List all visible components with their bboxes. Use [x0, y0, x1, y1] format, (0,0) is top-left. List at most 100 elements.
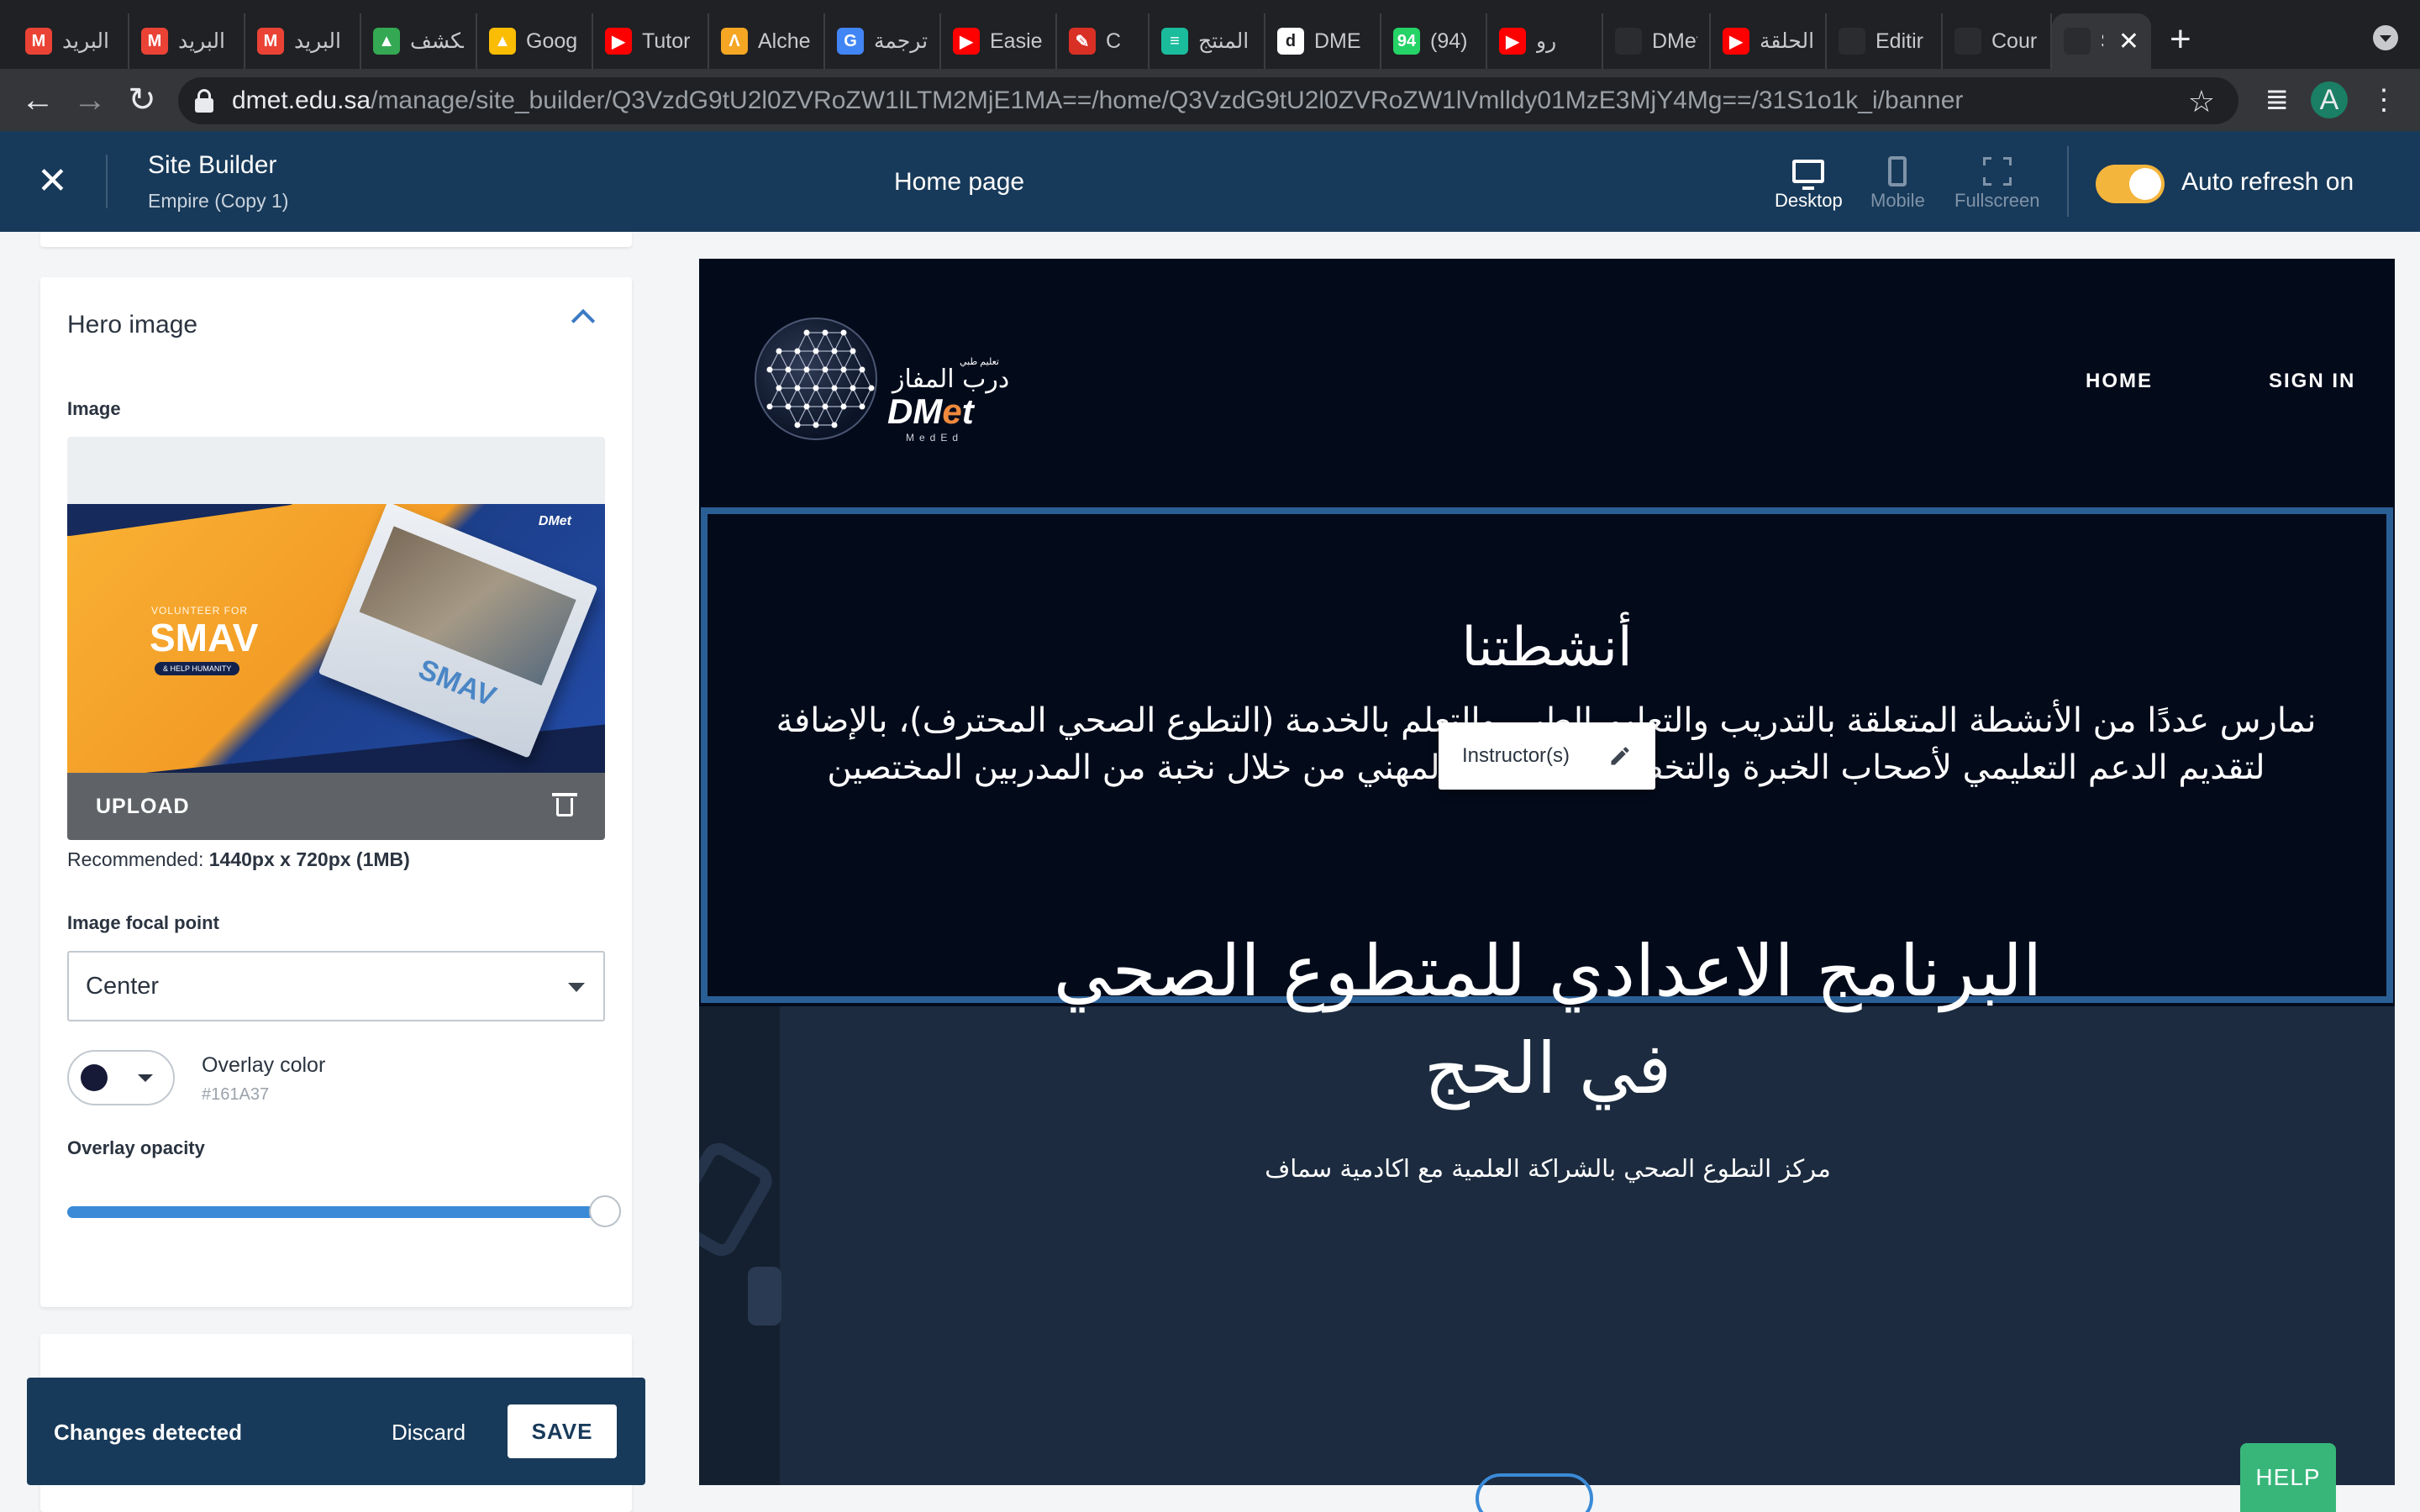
phone-icon: [1888, 156, 1907, 186]
tab-title: Goog: [526, 29, 578, 53]
instructor-edit-popover[interactable]: Instructor(s): [1439, 722, 1655, 790]
tab-title: Editir: [1876, 29, 1923, 53]
browser-tab[interactable]: Editir: [1827, 13, 1943, 69]
desktop-view-label: Desktop: [1775, 190, 1843, 211]
back-icon[interactable]: ←: [12, 81, 64, 119]
forward-icon[interactable]: →: [64, 81, 116, 119]
browser-tab[interactable]: S✕: [2052, 13, 2151, 69]
logo-brand: DMet: [887, 391, 974, 431]
slider-fill: [67, 1206, 605, 1218]
browser-tab[interactable]: ✎ C: [1057, 13, 1150, 69]
browser-tab[interactable]: M البريد: [13, 13, 129, 69]
overlay-opacity-slider[interactable]: [67, 1195, 621, 1227]
browser-tab[interactable]: M البريد: [245, 13, 361, 69]
image-uploader[interactable]: VOLUNTEER FOR SMAV & HELP HUMANITY DMet …: [67, 437, 605, 840]
focal-point-select[interactable]: Center: [67, 951, 605, 1021]
browser-tab[interactable]: G ترجمة: [825, 13, 941, 69]
thumb-pill-text: & HELP HUMANITY: [155, 662, 240, 675]
tab-title: البريد: [294, 29, 341, 53]
tab-title: Tutor: [642, 29, 691, 53]
activities-title: أنشطتنا: [1461, 617, 1633, 679]
close-tab-icon[interactable]: ✕: [2118, 27, 2139, 56]
reload-icon[interactable]: ↻: [116, 81, 168, 119]
pencil-icon[interactable]: [1608, 744, 1632, 768]
gmail-icon: M: [257, 28, 284, 55]
browser-tab[interactable]: Cour: [1943, 13, 2052, 69]
youtube-icon: ▶: [953, 28, 980, 55]
whatsapp-icon: 94: [1393, 28, 1420, 55]
bookmark-star-icon[interactable]: ☆: [2188, 84, 2215, 119]
overlay-color-label: Overlay color: [202, 1053, 326, 1077]
hero-subtitle: مركز التطوع الصحي بالشراكة العلمية مع اك…: [1265, 1154, 1831, 1183]
browser-tab[interactable]: ▶ Tutor: [593, 13, 709, 69]
recommended-value: 1440px x 720px (1MB): [208, 848, 410, 870]
browser-tab[interactable]: M البريد: [129, 13, 245, 69]
tab-search-icon[interactable]: [2373, 25, 2398, 50]
page-title[interactable]: Home page: [894, 168, 1024, 197]
tab-title: Cour: [1991, 29, 2038, 53]
browser-tab[interactable]: ▲ الكشف: [361, 13, 477, 69]
fullscreen-view-button[interactable]: Fullscreen: [1954, 153, 2039, 212]
hero-image-card: Hero image Image VOLUNTEER FOR SMAV & HE…: [40, 277, 632, 1307]
youtube-icon: ▶: [1723, 28, 1749, 55]
browser-tab[interactable]: 94 (94): [1381, 13, 1487, 69]
tab-title: C: [1106, 29, 1122, 53]
tab-title: المنتج: [1198, 29, 1249, 53]
lock-icon[interactable]: [195, 89, 213, 113]
desktop-view-button[interactable]: Desktop: [1775, 153, 1843, 212]
tab-title: DME: [1314, 29, 1361, 53]
browser-tab[interactable]: ▶ الحلقة: [1711, 13, 1827, 69]
dmet-icon: d: [1277, 28, 1304, 55]
site-icon: [1615, 28, 1642, 55]
close-icon[interactable]: ✕: [37, 163, 68, 200]
image-label: Image: [67, 398, 121, 419]
browser-tab[interactable]: ▶ Easie: [941, 13, 1057, 69]
browser-tab[interactable]: ▲ Goog: [477, 13, 593, 69]
nav-home-link[interactable]: HOME: [2086, 370, 2153, 393]
trash-icon[interactable]: [552, 793, 577, 816]
browser-tab[interactable]: Λ Alche: [709, 13, 825, 69]
save-button[interactable]: SAVE: [508, 1404, 617, 1458]
logo-meded: MedEd: [906, 432, 964, 444]
app-name: Site Builder: [148, 151, 277, 179]
tab-title: DMet: [1652, 29, 1697, 53]
hero-image-thumbnail: VOLUNTEER FOR SMAV & HELP HUMANITY DMet …: [67, 504, 605, 773]
thumb-logo-text: DMet: [538, 514, 571, 528]
tab-title: ترجمة: [874, 29, 928, 53]
upload-button[interactable]: UPLOAD: [96, 795, 190, 819]
mobile-view-button[interactable]: Mobile: [1870, 153, 1925, 212]
site-icon: [2064, 28, 2091, 55]
address-bar[interactable]: dmet.edu.sa/manage/site_builder/Q3VzdG9t…: [178, 77, 2238, 124]
translate-icon: G: [837, 28, 864, 55]
url-text[interactable]: dmet.edu.sa/manage/site_builder/Q3VzdG9t…: [232, 87, 1963, 115]
youtube-icon: ▶: [605, 28, 632, 55]
browser-tab[interactable]: ≡ المنتج: [1150, 13, 1265, 69]
reading-list-icon[interactable]: ≣: [2265, 83, 2290, 117]
slider-thumb[interactable]: [589, 1195, 621, 1227]
tab-title: البريد: [178, 29, 225, 53]
browser-menu-icon[interactable]: ⋮: [2370, 83, 2398, 117]
auto-refresh-toggle[interactable]: [2096, 165, 2165, 203]
chevron-up-icon[interactable]: [571, 308, 596, 333]
globe-logo-icon[interactable]: [755, 318, 877, 440]
site-builder-header: ✕ Site Builder Empire (Copy 1) Home page…: [0, 131, 2420, 232]
profile-avatar[interactable]: A: [2311, 81, 2348, 118]
nav-sign-in-link[interactable]: SIGN IN: [2269, 370, 2355, 393]
new-tab-icon[interactable]: +: [2170, 18, 2191, 60]
browser-tab[interactable]: ▶ رو: [1487, 13, 1603, 69]
hero-cta-button[interactable]: [1476, 1473, 1593, 1512]
overlay-color-picker[interactable]: [67, 1050, 175, 1105]
logo-arabic-text: درب المفاز: [892, 365, 1010, 394]
drive-icon: ▲: [373, 28, 400, 55]
changes-bar: Changes detected Discard SAVE: [27, 1378, 645, 1485]
browser-tab[interactable]: DMet: [1603, 13, 1711, 69]
recommended-size: Recommended: 1440px x 720px (1MB): [67, 848, 410, 871]
caret-down-icon: [138, 1074, 153, 1082]
tab-title: الحلقة: [1760, 29, 1813, 53]
tab-title: Alche: [758, 29, 811, 53]
browser-tab[interactable]: d DME: [1265, 13, 1381, 69]
toolbar-right: ≣ A ⋮: [2265, 69, 2420, 131]
discard-button[interactable]: Discard: [392, 1420, 466, 1446]
upload-bar: UPLOAD: [67, 773, 605, 840]
help-button[interactable]: HELP: [2240, 1443, 2336, 1512]
